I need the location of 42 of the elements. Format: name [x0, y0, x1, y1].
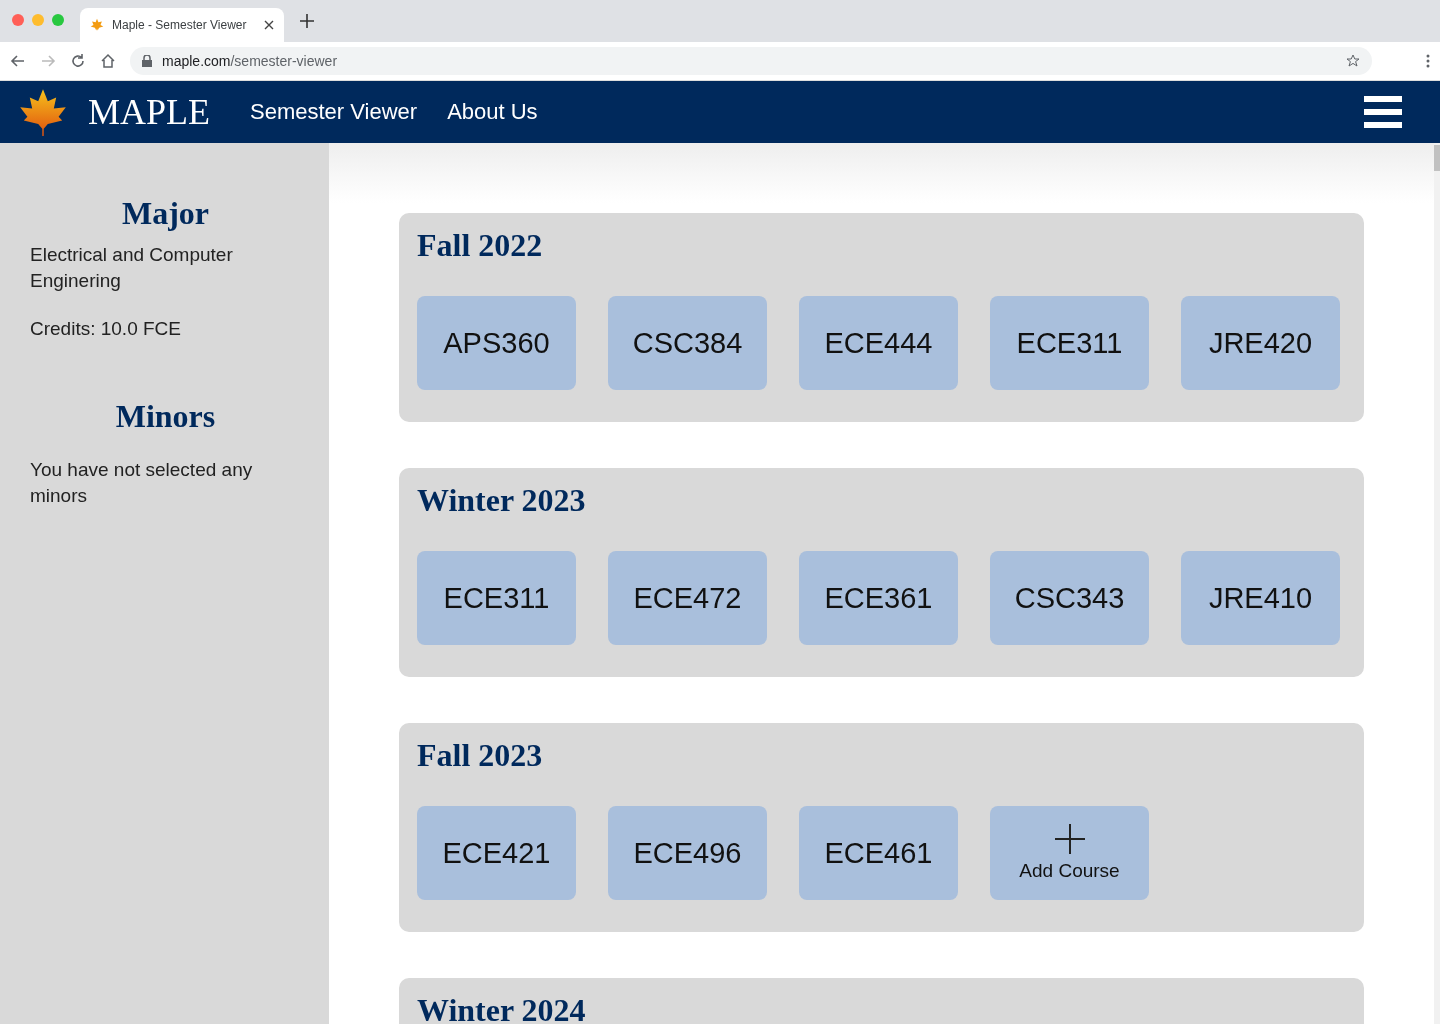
semester-title: Fall 2022: [417, 227, 544, 264]
course-button[interactable]: APS360: [417, 296, 576, 390]
credits-text: Credits: 10.0 FCE: [30, 317, 182, 341]
course-button[interactable]: ECE311: [417, 551, 576, 645]
browser-tab[interactable]: Maple - Semester Viewer: [80, 8, 284, 42]
major-heading: Major: [120, 195, 211, 232]
maple-leaf-icon: [90, 18, 104, 32]
close-tab-icon[interactable]: [264, 20, 274, 30]
add-course-button[interactable]: Add Course: [990, 806, 1149, 900]
maple-leaf-logo-icon: [18, 88, 68, 136]
home-icon[interactable]: [100, 53, 116, 69]
course-button[interactable]: ECE421: [417, 806, 576, 900]
minors-text: You have not selected any minors: [30, 458, 254, 508]
plus-icon: [1054, 824, 1085, 854]
new-tab-icon[interactable]: [300, 14, 314, 28]
course-button[interactable]: ECE496: [608, 806, 767, 900]
lock-icon: [142, 55, 152, 67]
url-path: /semester-viewer: [230, 53, 338, 69]
course-button[interactable]: JRE410: [1181, 551, 1340, 645]
course-button[interactable]: ECE461: [799, 806, 958, 900]
semester-title: Winter 2024: [417, 992, 587, 1024]
nav-link[interactable]: About Us: [447, 99, 538, 125]
course-button[interactable]: ECE444: [799, 296, 958, 390]
url-host: maple.com: [162, 53, 231, 69]
menu-button[interactable]: [1364, 96, 1402, 128]
minors-heading: Minors: [114, 398, 217, 435]
reload-icon[interactable]: [70, 53, 86, 69]
course-button[interactable]: CSC384: [608, 296, 767, 390]
semester-title: Fall 2023: [417, 737, 544, 774]
nav-link[interactable]: Semester Viewer: [250, 99, 418, 125]
bookmark-star-icon[interactable]: [1346, 54, 1360, 68]
course-button[interactable]: ECE311: [990, 296, 1149, 390]
major-name: Electrical and Computer Enginering: [30, 243, 234, 293]
course-button[interactable]: ECE472: [608, 551, 767, 645]
course-button[interactable]: CSC343: [990, 551, 1149, 645]
address-bar[interactable]: maple.com/semester-viewer: [130, 47, 1372, 75]
more-menu-icon[interactable]: [1426, 54, 1430, 68]
back-icon[interactable]: [10, 53, 26, 69]
brand-name: MAPLE: [88, 91, 210, 133]
course-button[interactable]: ECE361: [799, 551, 958, 645]
course-button[interactable]: JRE420: [1181, 296, 1340, 390]
semester-title: Winter 2023: [417, 482, 587, 519]
